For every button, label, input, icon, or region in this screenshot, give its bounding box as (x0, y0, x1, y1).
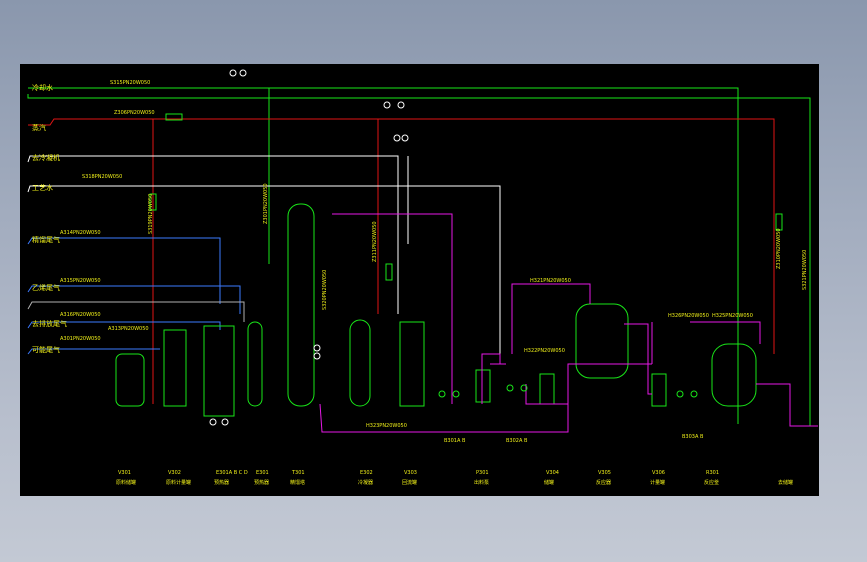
equipment-name: 计量罐 (650, 479, 665, 486)
equipment-name: 去储罐 (778, 479, 793, 486)
line-number-n5: A313PN20W050 (108, 326, 149, 332)
process-flow-diagram: 冷却水蒸汽去冷凝机工艺水精馏尾气乙烯尾气去排放尾气可能尾气 S315PN20W0… (27, 69, 818, 486)
equipment-tag: V306 (652, 470, 665, 476)
equipment-name: 预热器 (254, 479, 269, 486)
cooling-water-supply-line (28, 87, 739, 424)
column-small (247, 321, 263, 407)
equipment-labels: V301 原料储罐 V302 原料计量罐 E301A B C D 预热器 E301 预热器 T3… (116, 470, 793, 486)
equipment-tag: T301 (291, 470, 305, 476)
reactor-V305 (575, 303, 629, 379)
pump-tag: B302A B (506, 438, 528, 444)
receiver-V303 (399, 321, 425, 407)
condenser-E302 (349, 319, 371, 407)
utility-label: 可能尾气 (32, 345, 60, 354)
line-number-h1: H321PN20W050 (530, 278, 571, 284)
line-number-n3: A316PN20W050 (60, 312, 101, 318)
equipment-tag: R301 (706, 470, 719, 476)
equipment-name: 回流罐 (402, 479, 417, 486)
line-number-v4: Z311PN20W050 (372, 221, 378, 262)
line-number-n1: A314PN20W050 (60, 230, 101, 236)
equipment-tag: V303 (404, 470, 417, 476)
equipment-name: 冷凝器 (358, 479, 373, 486)
equipment-tag: V301 (118, 470, 131, 476)
equipment-name: 出料泵 (474, 479, 489, 486)
equipment-group (115, 203, 757, 417)
utility-label: 工艺水 (32, 183, 53, 192)
line-number-process_water: S318PN20W050 (82, 174, 122, 180)
line-number-r1: Z310PN20W050 (776, 228, 782, 269)
reactor-R301 (711, 343, 757, 407)
tank-V301 (115, 353, 145, 407)
utility-label: 乙烯尾气 (32, 283, 60, 292)
line-number-v1: Z301PN20W050 (263, 183, 269, 224)
line-number-steam: Z306PN20W050 (114, 110, 155, 116)
equipment-name: 预热器 (214, 479, 229, 486)
line-number-labels: S315PN20W050 Z306PN20W050 S318PN20W050 A314… (60, 80, 808, 429)
equipment-name: 精馏塔 (290, 479, 305, 486)
tank-V302 (163, 329, 187, 407)
equipment-tag: P301 (476, 470, 489, 476)
equipment-tag: E302 (360, 470, 373, 476)
line-number-h3: H323PN20W050 (366, 423, 407, 429)
utility-label: 去冷凝机 (32, 153, 60, 162)
equipment-tag: V304 (546, 470, 559, 476)
equipment-tag: E301A B C D (216, 470, 248, 476)
line-number-v6: H326PN20W050 (668, 313, 709, 319)
vessel-V304 (539, 373, 555, 405)
pump-tag: B303A B (682, 434, 704, 440)
cooling-water-return-line (27, 94, 818, 427)
equipment-tag: E301 (256, 470, 269, 476)
heat-exchanger-stack (203, 325, 235, 417)
line-number-v3: S320PN20W050 (322, 270, 328, 310)
line-number-v5: H325PN20W050 (712, 313, 753, 319)
steam-line (28, 118, 775, 404)
equipment-name: 储罐 (544, 479, 554, 486)
pump-tag-labels: B301A B B302A B B303A B (444, 434, 704, 444)
pid-drawing: 冷却水蒸汽去冷凝机工艺水精馏尾气乙烯尾气去排放尾气可能尾气 S315PN20W0… (20, 64, 819, 496)
utility-label: 冷却水 (32, 83, 53, 92)
flow-meters (149, 113, 783, 281)
equipment-name: 反应器 (596, 479, 611, 486)
tower-T301 (287, 203, 315, 407)
line-number-n2: A315PN20W050 (60, 278, 101, 284)
equipment-tag: V302 (168, 470, 181, 476)
equipment-name: 反应釜 (704, 479, 719, 486)
equipment-tag: V305 (598, 470, 611, 476)
line-number-h2: H322PN20W050 (524, 348, 565, 354)
utility-label: 蒸汽 (32, 123, 46, 132)
line-number-n4: A301PN20W050 (60, 336, 101, 342)
equipment-name: 原料计量罐 (166, 479, 191, 486)
line-number-r2: S321PN20W050 (802, 250, 808, 290)
pump-tag: B301A B (444, 438, 466, 444)
equipment-name: 原料储罐 (116, 479, 136, 486)
line-number-v2: S319PN20W050 (148, 194, 154, 234)
vessel-V306 (651, 373, 667, 407)
utility-label: 精馏尾气 (32, 235, 60, 244)
utility-label: 去排放尾气 (32, 319, 67, 328)
line-number-cooling_water: S315PN20W050 (110, 80, 150, 86)
product-lines (319, 213, 818, 433)
vessel-P301 (475, 369, 491, 403)
